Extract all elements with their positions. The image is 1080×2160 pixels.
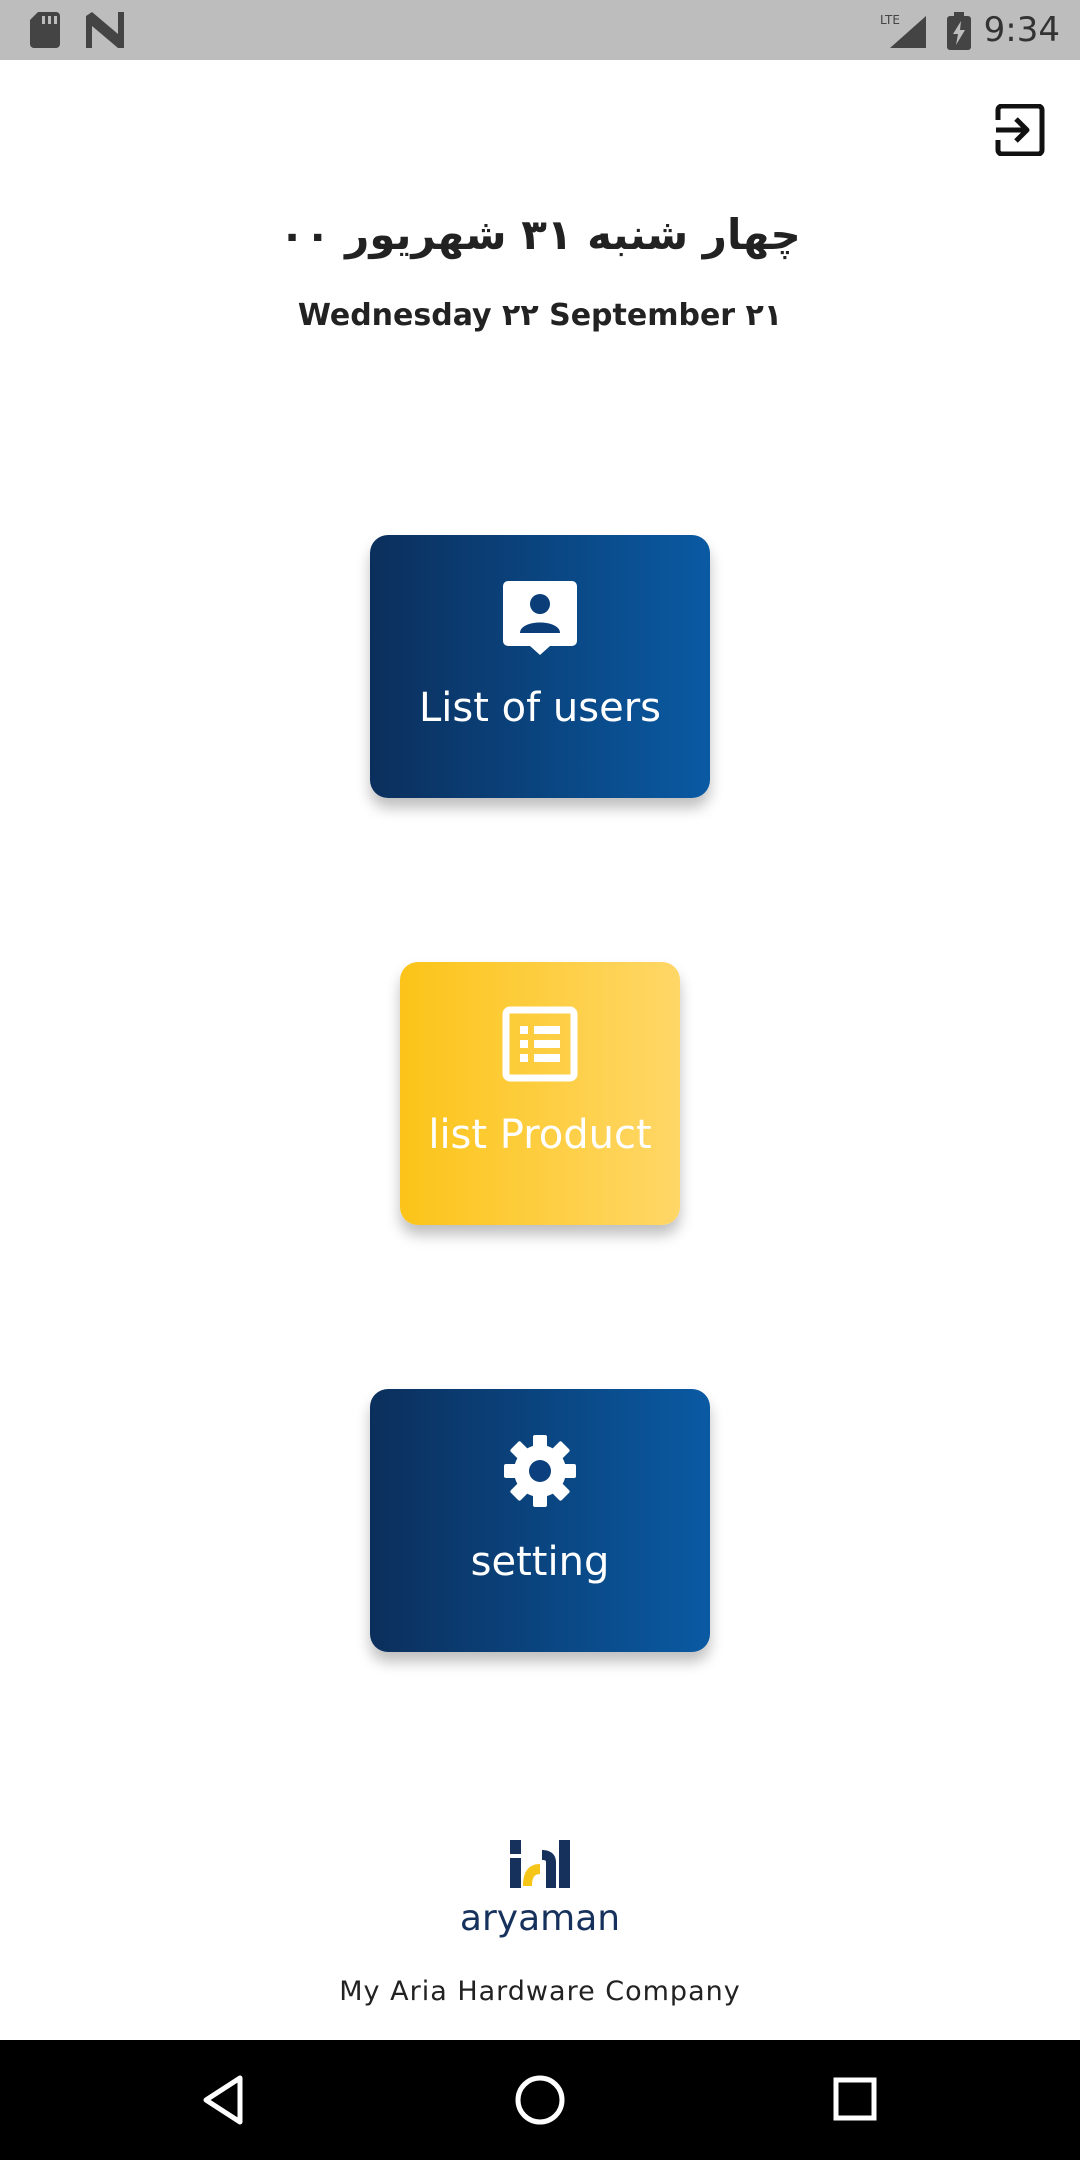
date-gregorian: Wednesday ۲۲ September ۲۱ (297, 298, 783, 333)
svg-text:LTE: LTE (880, 13, 900, 27)
svg-text:aryaman: aryaman (460, 1898, 620, 1939)
lte-signal-icon: LTE (880, 13, 926, 48)
contact-user-icon (503, 581, 577, 655)
list-product-label: list Product (428, 1112, 652, 1158)
list-users-label: List of users (419, 685, 661, 731)
status-bar: LTE 9:34 (0, 0, 1080, 60)
navigation-bar (0, 2040, 1080, 2160)
list-product-button[interactable]: list Product (400, 962, 680, 1225)
list-users-button[interactable]: List of users (370, 535, 710, 798)
setting-button[interactable]: setting (370, 1389, 710, 1652)
setting-label: setting (470, 1539, 610, 1585)
back-icon[interactable] (196, 2070, 256, 2130)
recents-icon[interactable] (826, 2070, 886, 2130)
home-icon[interactable] (510, 2070, 570, 2130)
n-notification-icon (86, 12, 124, 48)
gear-icon (504, 1435, 576, 1507)
aryaman-logo: aryaman (460, 1840, 620, 1939)
logout-icon[interactable] (994, 104, 1046, 156)
sd-card-icon (30, 12, 60, 48)
battery-charging-icon (947, 12, 971, 50)
date-persian: چهار شنبه ۳۱ شهریور ۰۰ (279, 210, 801, 259)
list-icon (502, 1006, 578, 1082)
status-clock: 9:34 (983, 10, 1060, 50)
screen: LTE 9:34 چهار شنبه ۳۱ شهریور ۰۰ Wednesda… (0, 0, 1080, 2160)
company-name: My Aria Hardware Company (339, 1976, 741, 2007)
